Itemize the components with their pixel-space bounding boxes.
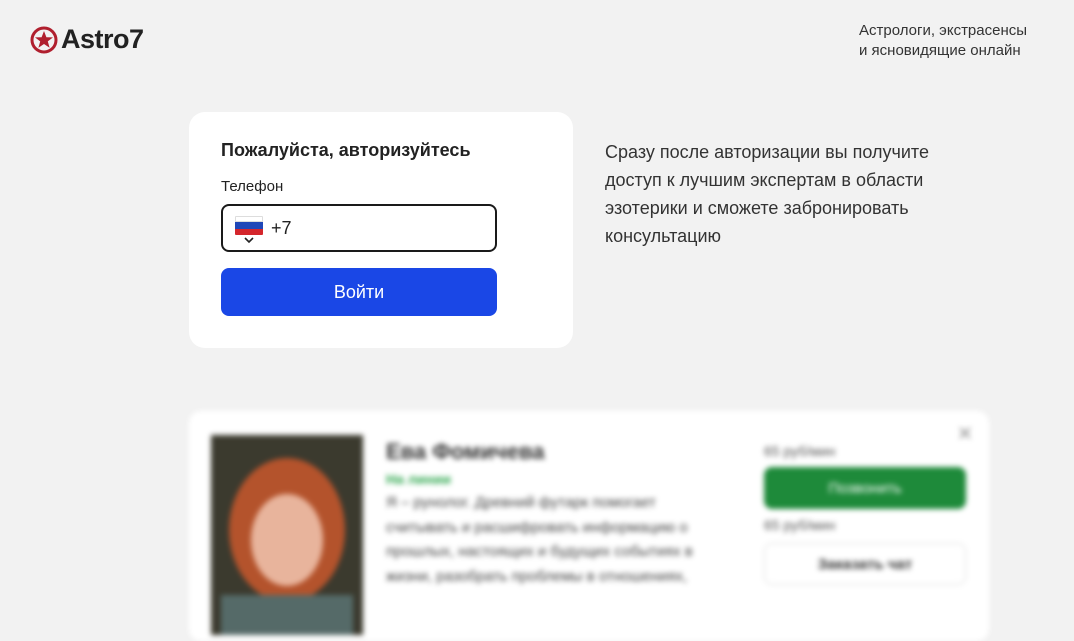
logo[interactable]: Astro7: [30, 24, 144, 55]
login-button[interactable]: Войти: [221, 268, 497, 316]
chevron-down-icon: [244, 237, 254, 244]
tagline-line-2: и ясновидящие онлайн: [859, 42, 1021, 59]
logo-text: Astro7: [61, 24, 144, 54]
chat-price: 65 руб/мин: [764, 517, 836, 533]
expert-photo: [211, 435, 363, 635]
info-text: Сразу после авторизации вы получите дост…: [605, 142, 929, 246]
phone-label: Телефон: [221, 178, 284, 195]
expert-card: Ева Фомичева На линии Я – рунолог. Древн…: [189, 411, 989, 641]
expert-name[interactable]: Ева Фомичева: [386, 439, 544, 465]
russia-flag-icon: [235, 216, 263, 235]
auth-title: Пожалуйста, авторизуйтесь: [221, 140, 471, 160]
star-logo-icon: [30, 26, 58, 53]
phone-input[interactable]: [271, 206, 481, 250]
tagline-line-1: Астрологи, экстрасенсы: [859, 22, 1028, 39]
avatar[interactable]: [211, 435, 363, 635]
auth-card: Пожалуйста, авторизуйтесь Телефон Войти: [189, 112, 573, 348]
tagline: Астрологи, экстрасенсы и ясновидящие онл…: [859, 21, 1027, 61]
status-badge: На линии: [386, 471, 451, 487]
call-price: 65 руб/мин: [764, 443, 836, 459]
close-icon[interactable]: [959, 427, 971, 439]
header: Astro7 Астрологи, экстрасенсы и ясновидя…: [0, 0, 1074, 90]
phone-field: [221, 204, 497, 252]
call-button[interactable]: Позвонить: [764, 467, 966, 509]
expert-description: Я – рунолог. Древний футарк помогает счи…: [386, 494, 693, 585]
chat-button[interactable]: Заказать чат: [764, 543, 966, 585]
